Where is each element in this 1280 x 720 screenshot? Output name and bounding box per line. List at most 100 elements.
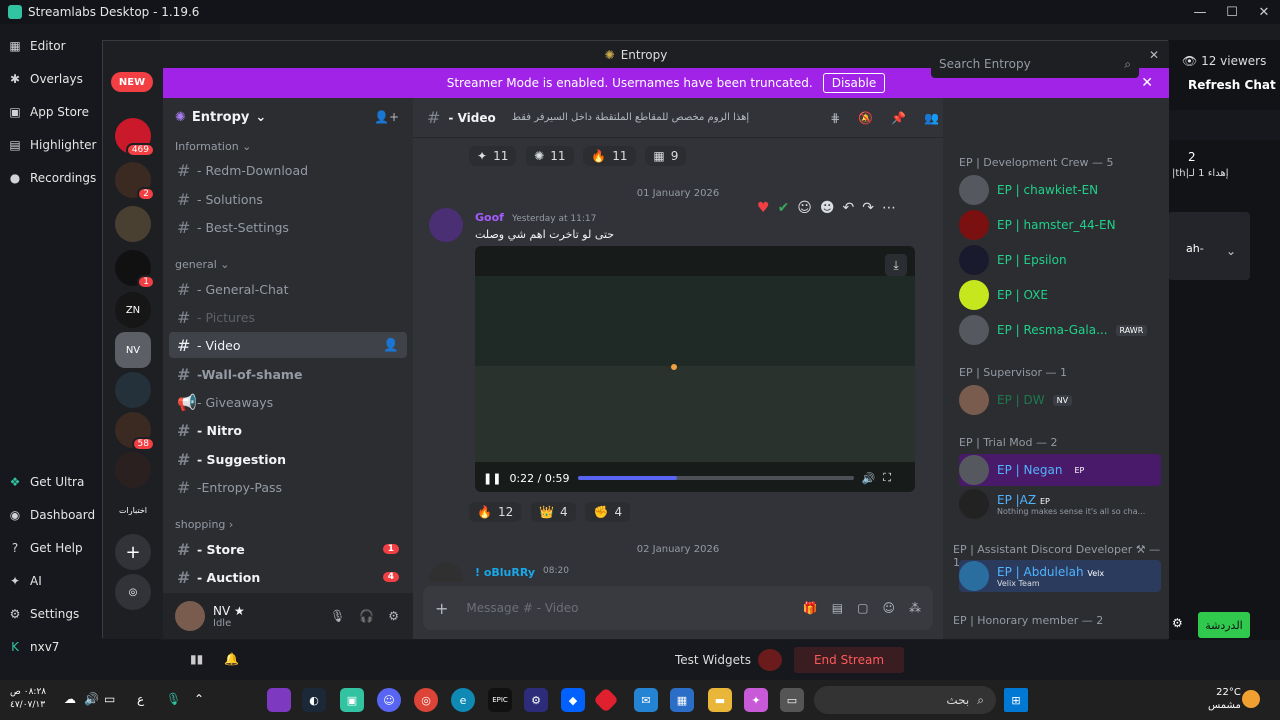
server-icon[interactable]: 58	[115, 412, 155, 451]
store-icon[interactable]: ▦	[670, 688, 694, 712]
mute-icon[interactable]: 🔕	[858, 111, 873, 125]
close-button[interactable]: ✕	[1248, 0, 1280, 24]
gift-icon[interactable]: 🎁	[803, 601, 818, 615]
microphone-icon[interactable]: 🎙	[166, 692, 181, 706]
nav-overlays[interactable]: ✱ Overlays	[0, 62, 102, 95]
minimize-button[interactable]: —	[1184, 0, 1216, 24]
app-icon[interactable]: ⚙	[524, 688, 548, 712]
add-member-icon[interactable]: 👤+	[374, 110, 399, 124]
member-item[interactable]: EP | Resma-Gala... RAWR	[959, 314, 1148, 346]
refresh-chat-button[interactable]: Refresh Chat	[1188, 78, 1276, 92]
avatar[interactable]	[429, 562, 463, 582]
dropbox-icon[interactable]: ◆	[561, 688, 585, 712]
explore-icon[interactable]: ◎	[115, 574, 151, 610]
server-icon[interactable]: ZN	[115, 292, 151, 328]
close-button[interactable]: ✕	[1149, 48, 1159, 62]
add-reaction-icon[interactable]: ☻	[820, 200, 835, 216]
apps-icon[interactable]: ⁂	[909, 601, 921, 615]
emoji-icon[interactable]: ☺	[797, 200, 812, 216]
more-icon[interactable]: ⋯	[882, 200, 896, 216]
reaction[interactable]: 🔥 11	[583, 146, 636, 166]
close-icon[interactable]: ✕	[1141, 75, 1153, 91]
volume-icon[interactable]: 🔊	[862, 472, 876, 485]
clock[interactable]: ٠٨:٢٨ ص ٤٧/٠٧/١٣	[10, 686, 46, 712]
cloud-icon[interactable]: ☁	[64, 692, 76, 706]
app-icon[interactable]	[593, 687, 619, 713]
member-item[interactable]: EP | OXE	[959, 279, 1048, 311]
member-item[interactable]: EP | hamster_44-EN	[959, 209, 1116, 241]
folder-icon[interactable]: ▬	[708, 688, 732, 712]
channel-item[interactable]: # - Nitro	[169, 417, 407, 443]
nav-app-store[interactable]: ▣ App Store	[0, 95, 102, 128]
disable-button[interactable]: Disable	[822, 73, 886, 93]
threads-icon[interactable]: ⋕	[830, 111, 840, 125]
video-player[interactable]: ⤓ ❚❚ 0:22 / 0:59 🔊 ⛶	[475, 246, 915, 492]
chrome-icon[interactable]: ◎	[414, 688, 438, 712]
steam-icon[interactable]: ◐	[302, 688, 326, 712]
server-icon[interactable]	[115, 206, 151, 242]
end-stream-button[interactable]: End Stream	[794, 647, 904, 673]
nav-get-ultra[interactable]: ❖ Get Ultra	[0, 465, 102, 498]
server-icon[interactable]: NV	[115, 332, 151, 368]
streamlabs-icon[interactable]: ▣	[340, 688, 364, 712]
member-item[interactable]: EP | Epsilon	[959, 244, 1067, 276]
plus-icon[interactable]: +	[435, 599, 448, 618]
reaction[interactable]: 👑 4	[531, 502, 576, 522]
video-progress[interactable]	[577, 476, 854, 480]
nav-recordings[interactable]: ● Recordings	[0, 161, 102, 194]
channel-item[interactable]: # -Entropy-Pass	[169, 474, 407, 500]
nav-editor[interactable]: ▦ Editor	[0, 29, 102, 62]
nav-dashboard[interactable]: ◉ Dashboard	[0, 498, 102, 531]
search-input[interactable]: بحث ⌕	[814, 686, 996, 714]
member-item[interactable]: EP | Abdulelah Velx Velix Team	[959, 560, 1161, 592]
reaction[interactable]: ✦ 11	[469, 146, 517, 166]
forward-icon[interactable]: ↷	[862, 200, 874, 216]
nav-ai[interactable]: ✦ AI	[0, 564, 102, 597]
member-item[interactable]: EP | Negan EP	[959, 454, 1161, 486]
new-badge[interactable]: NEW	[111, 72, 153, 92]
channel-item-active[interactable]: # - Video 👤	[169, 332, 407, 358]
test-widgets-button[interactable]: Test Widgets	[675, 653, 751, 667]
avatar[interactable]	[429, 208, 463, 242]
app-icon[interactable]	[267, 688, 291, 712]
category-information[interactable]: Information ⌄	[175, 140, 251, 153]
check-icon[interactable]: ✔	[778, 200, 790, 216]
fullscreen-icon[interactable]: ⛶	[883, 471, 891, 485]
app-icon[interactable]: ▭	[780, 688, 804, 712]
message-author[interactable]: ! oBluRRy	[475, 566, 535, 579]
server-name[interactable]: ✺ Entropy ⌄	[175, 110, 266, 125]
reaction[interactable]: ✺ 11	[526, 146, 574, 166]
chevron-down-icon[interactable]: ⌄	[1226, 244, 1236, 258]
channel-item[interactable]: # - Auction 4	[169, 564, 407, 590]
gif-icon[interactable]: ▤	[832, 601, 843, 615]
channel-item[interactable]: # - General-Chat	[169, 276, 407, 302]
discord-icon[interactable]: ☺	[377, 688, 401, 712]
server-icon[interactable]	[115, 372, 151, 408]
channel-item[interactable]: 📢 - Giveaways	[169, 389, 407, 415]
server-icon[interactable]: 2	[115, 162, 155, 201]
member-item[interactable]: EP | chawkiet-EN	[959, 174, 1098, 206]
members-icon[interactable]: 👥	[924, 111, 939, 125]
bell-icon[interactable]: 🔔	[224, 652, 239, 666]
reaction[interactable]: 🔥 12	[469, 502, 522, 522]
rec-icon[interactable]	[758, 649, 782, 671]
message-author[interactable]: Goof	[475, 211, 504, 224]
add-server-icon[interactable]: +	[115, 534, 151, 570]
outlook-icon[interactable]: ✉	[634, 688, 658, 712]
server-icon[interactable]	[115, 452, 151, 488]
gear-icon[interactable]: ⚙	[388, 609, 399, 623]
emoji-icon[interactable]: ☺	[882, 601, 895, 615]
server-icon[interactable]: 1	[115, 250, 155, 289]
channel-item[interactable]: # - Pictures	[169, 304, 407, 330]
reaction[interactable]: ✊ 4	[585, 502, 631, 522]
monitor-icon[interactable]: ▭	[104, 692, 115, 706]
stats-icon[interactable]: ▮▮	[190, 652, 203, 666]
category-general[interactable]: general ⌄	[175, 258, 230, 271]
pin-icon[interactable]: 📌	[891, 111, 906, 125]
nav-profile[interactable]: Knxv7	[0, 630, 102, 663]
search-input[interactable]: Search Entropy ⌕	[931, 50, 1139, 78]
nav-settings[interactable]: ⚙ Settings	[0, 597, 102, 630]
sticker-icon[interactable]: ▢	[857, 601, 868, 615]
weather[interactable]: 22°C مشمس	[1208, 686, 1241, 712]
reaction[interactable]: ▦ 9	[645, 146, 687, 166]
